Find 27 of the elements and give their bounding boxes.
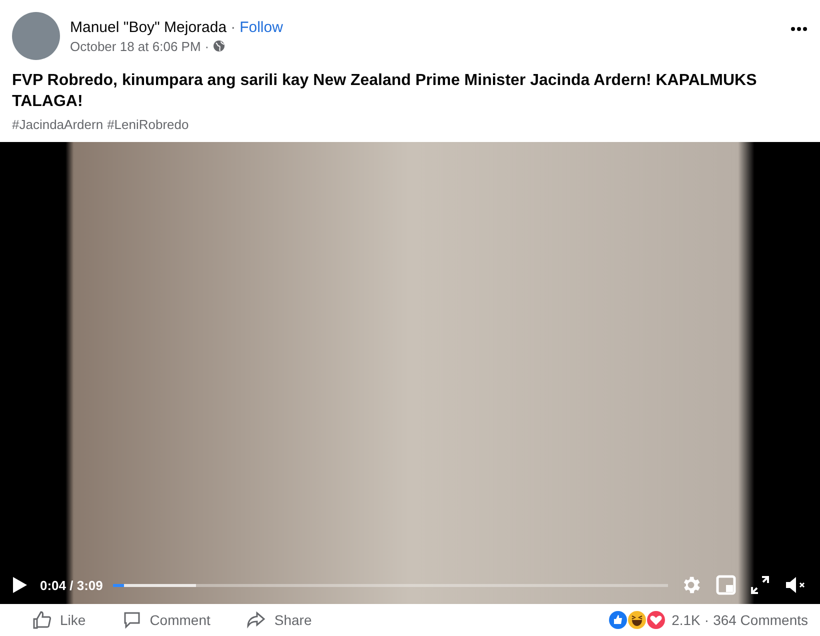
laughing-face-icon [628,611,646,629]
post-text: FVP Robredo, kinumpara ang sarili kay New Zealand Prime Minister Jacinda Ardern! KAPALMUKS TALAGA! [11,71,758,112]
share-arrow-icon [246,610,266,630]
author-name[interactable]: Manuel "Boy" Mejorada [70,18,227,36]
like-button[interactable]: Like [24,606,94,634]
timestamp[interactable]: October 18 at 6:06 PM [70,38,201,54]
separator-dot: · [204,38,210,54]
separator-dot: · [704,612,710,628]
more-options-icon[interactable] [790,26,808,32]
reaction-count[interactable]: 2.1K [672,612,700,628]
video-frame[interactable]: 0:04 / 3:09 [0,142,820,604]
comment-button[interactable]: Comment [114,606,218,634]
like-reaction-icon [608,611,627,629]
progress-track[interactable] [112,584,668,586]
hashtag-link[interactable]: #JacindaArdern [12,117,104,132]
globe-icon [213,40,226,52]
hashtag-link[interactable]: #LeniRobredo [107,117,189,132]
fullscreen-icon[interactable] [748,573,772,597]
separator-dot: · [230,18,236,36]
comments-count-link[interactable]: 364 Comments [713,612,808,628]
follow-link[interactable]: Follow [240,18,283,36]
video-time: 0:04 / 3:09 [40,578,103,592]
heart-reaction-icon [646,611,665,629]
avatar[interactable] [12,12,60,60]
speech-bubble-icon [122,610,142,630]
share-button[interactable]: Share [238,606,320,634]
thumbs-up-icon [32,610,52,630]
